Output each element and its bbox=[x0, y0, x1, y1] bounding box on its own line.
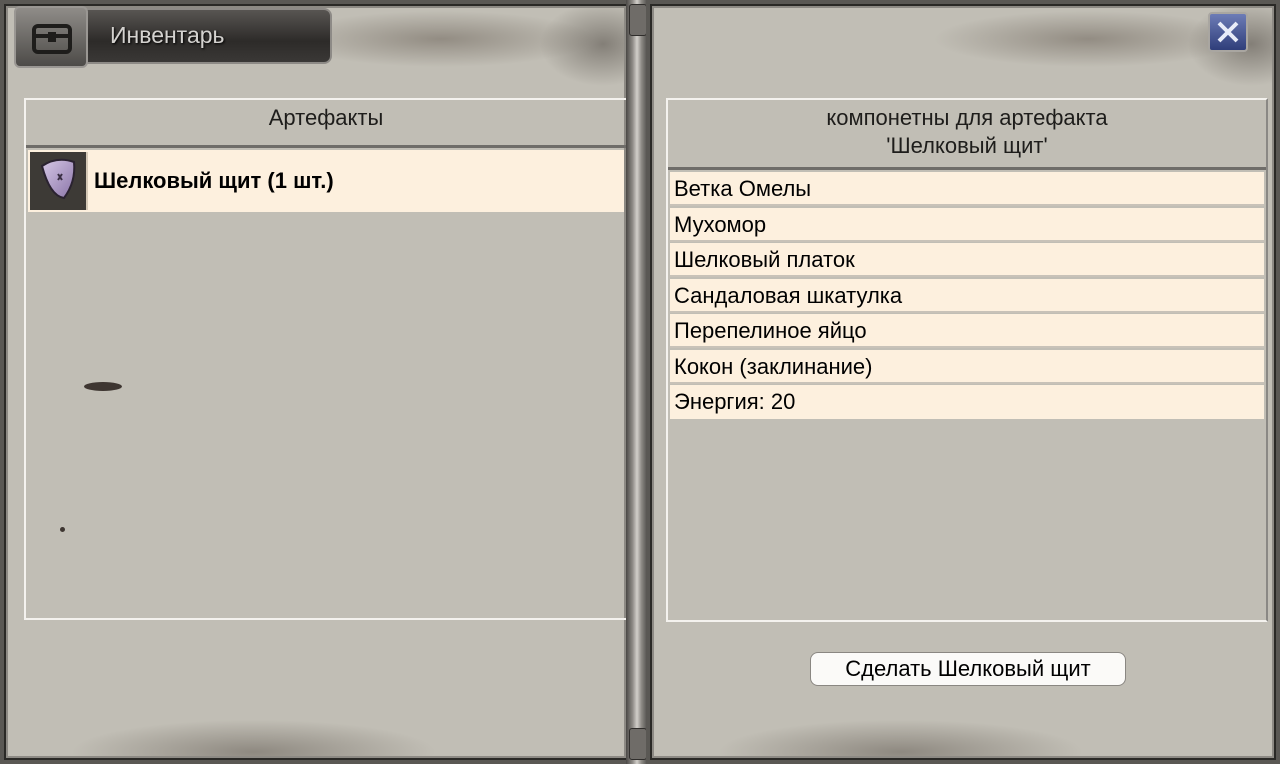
component-name: Шелковый платок bbox=[674, 247, 855, 272]
window-title: Инвентарь bbox=[110, 22, 225, 48]
title-bar: Инвентарь bbox=[78, 8, 332, 64]
artifacts-header: Артефакты bbox=[26, 100, 626, 148]
component-name: Перепелиное яйцо bbox=[674, 318, 867, 343]
divider-ornament bbox=[629, 4, 647, 36]
close-button[interactable] bbox=[1208, 12, 1248, 52]
close-icon bbox=[1217, 21, 1239, 43]
artifacts-list: Артефакты Шелковый щит (1 шт.) bbox=[24, 98, 628, 620]
list-item[interactable]: Энергия: 20 bbox=[670, 385, 1264, 419]
list-item[interactable]: Перепелиное яйцо bbox=[670, 314, 1264, 348]
shield-icon bbox=[30, 152, 88, 210]
inventory-panel: Артефакты Шелковый щит (1 шт.) bbox=[0, 0, 632, 764]
list-item[interactable]: Шелковый платок bbox=[670, 243, 1264, 277]
components-header-line: компонетны для артефакта bbox=[826, 105, 1108, 130]
list-item[interactable]: Ветка Омелы bbox=[670, 172, 1264, 206]
make-artifact-button[interactable]: Сделать Шелковый щит bbox=[810, 652, 1126, 686]
list-item[interactable]: Сандаловая шкатулка bbox=[670, 279, 1264, 313]
components-panel: компонетны для артефакта 'Шелковый щит' … bbox=[646, 0, 1280, 764]
components-header-artifact: 'Шелковый щит' bbox=[886, 133, 1048, 158]
list-item[interactable]: Кокон (заклинание) bbox=[670, 350, 1264, 384]
components-list: компонетны для артефакта 'Шелковый щит' … bbox=[666, 98, 1268, 622]
divider-ornament bbox=[629, 728, 647, 760]
window-title-tab: Инвентарь bbox=[14, 6, 334, 68]
chest-icon bbox=[14, 6, 88, 68]
component-name: Энергия: 20 bbox=[674, 389, 796, 414]
component-name: Кокон (заклинание) bbox=[674, 354, 873, 379]
component-name: Ветка Омелы bbox=[674, 176, 812, 201]
panel-divider bbox=[626, 0, 648, 764]
list-item[interactable]: Мухомор bbox=[670, 208, 1264, 242]
list-item[interactable]: Шелковый щит (1 шт.) bbox=[28, 150, 624, 212]
component-name: Мухомор bbox=[674, 212, 767, 237]
components-header: компонетны для артефакта 'Шелковый щит' bbox=[668, 100, 1266, 170]
component-name: Сандаловая шкатулка bbox=[674, 283, 903, 308]
artifact-name: Шелковый щит (1 шт.) bbox=[94, 168, 334, 193]
